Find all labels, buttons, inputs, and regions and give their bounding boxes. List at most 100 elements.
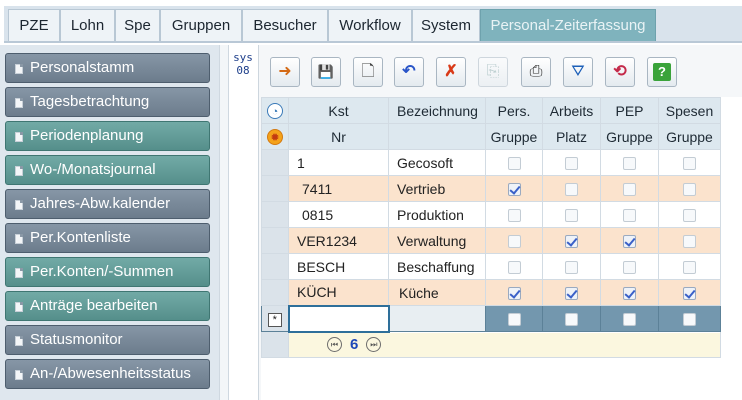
sidebar-item-antraege[interactable]: Anträge bearbeiten xyxy=(5,291,210,321)
kst-cell[interactable]: VER1234 xyxy=(288,227,389,254)
column-header-kst[interactable]: Kst xyxy=(288,97,389,124)
sidebar-item-personalstamm[interactable]: Personalstamm xyxy=(5,53,210,83)
column-header-arbeits[interactable]: Arbeits xyxy=(542,97,601,124)
sidebar-item-kontenliste[interactable]: Per.Kontenliste xyxy=(5,223,210,253)
pers-gruppe-checkbox[interactable] xyxy=(507,157,521,171)
pep-gruppe-checkbox[interactable] xyxy=(623,157,636,171)
table-row[interactable]: 0815 Produktion xyxy=(261,201,721,228)
kst-cell[interactable]: 1 xyxy=(288,149,389,176)
table-row[interactable]: 7411 Vertrieb xyxy=(261,175,721,202)
print-button[interactable]: ⎙ xyxy=(521,57,551,87)
new-row-selector[interactable]: * xyxy=(261,305,289,332)
pep-gruppe-checkbox[interactable] xyxy=(623,183,636,197)
pep-gruppe-checkbox[interactable] xyxy=(623,287,636,301)
column-header-spesen-gruppe[interactable]: Gruppe xyxy=(658,123,721,150)
menu-item-spe[interactable]: Spe xyxy=(115,9,160,41)
last-page-icon[interactable]: ⏭ xyxy=(366,337,382,353)
new-button[interactable]: 🗋 xyxy=(353,57,383,87)
pep-gruppe-checkbox[interactable] xyxy=(623,235,636,249)
table-row[interactable]: VER1234 Verwaltung xyxy=(261,227,721,254)
sidebar-item-monatsjournal[interactable]: Wo-/Monatsjournal xyxy=(5,155,210,185)
column-header-pep[interactable]: PEP xyxy=(600,97,659,124)
bezeichnung-cell[interactable]: Produktion xyxy=(388,201,486,228)
kst-cell[interactable]: KÜCH xyxy=(288,279,389,306)
table-row[interactable]: 1 Gecosoft xyxy=(261,149,721,176)
sidebar-item-periodenplanung[interactable]: Periodenplanung xyxy=(5,121,210,151)
splitter[interactable] xyxy=(219,45,229,400)
spesen-gruppe-checkbox[interactable] xyxy=(683,183,696,197)
pep-gruppe-checkbox[interactable] xyxy=(623,261,636,275)
settings-header-cell[interactable]: ✹ xyxy=(261,123,289,150)
sidebar-item-statusmonitor[interactable]: Statusmonitor xyxy=(5,325,210,355)
column-header-bezeichnung-2[interactable] xyxy=(388,123,486,150)
copy-button[interactable]: ⎘ xyxy=(478,57,508,87)
menu-item-workflow[interactable]: Workflow xyxy=(328,9,412,41)
new-pers-gruppe-checkbox[interactable] xyxy=(507,313,521,327)
column-header-spesen[interactable]: Spesen xyxy=(658,97,721,124)
kst-cell[interactable]: 0815 xyxy=(288,201,389,228)
column-header-pers-gruppe[interactable]: Gruppe xyxy=(485,123,543,150)
save-button[interactable]: 💾 xyxy=(311,57,341,87)
first-page-icon[interactable]: ⏮ xyxy=(327,337,342,353)
arbeitsplatz-checkbox[interactable] xyxy=(565,287,578,301)
column-header-arbeits-platz[interactable]: Platz xyxy=(542,123,601,150)
bezeichnung-cell[interactable]: Verwaltung xyxy=(388,227,486,254)
import-button[interactable]: ➜ xyxy=(270,57,300,87)
spesen-gruppe-checkbox[interactable] xyxy=(683,261,696,275)
spesen-gruppe-checkbox[interactable] xyxy=(683,287,696,301)
comment-header-cell[interactable]: ◔ xyxy=(261,97,289,124)
table-row[interactable]: KÜCH Küche xyxy=(261,279,721,306)
row-selector[interactable] xyxy=(261,201,289,228)
row-selector[interactable] xyxy=(261,149,289,176)
new-pep-gruppe-checkbox[interactable] xyxy=(623,313,636,327)
arbeitsplatz-checkbox[interactable] xyxy=(565,261,578,275)
arbeitsplatz-checkbox[interactable] xyxy=(565,157,578,171)
column-header-pers[interactable]: Pers. xyxy=(485,97,543,124)
undo-button[interactable]: ↶ xyxy=(394,57,424,87)
refresh-button[interactable]: ⟲ xyxy=(605,57,635,87)
pep-gruppe-checkbox[interactable] xyxy=(623,209,636,223)
sidebar-item-konten-summen[interactable]: Per.Konten/-Summen xyxy=(5,257,210,287)
menu-item-besucher[interactable]: Besucher xyxy=(242,9,328,41)
kst-cell[interactable]: BESCH xyxy=(288,253,389,280)
arbeitsplatz-checkbox[interactable] xyxy=(565,183,578,197)
pers-gruppe-checkbox[interactable] xyxy=(507,183,521,197)
spesen-gruppe-checkbox[interactable] xyxy=(683,235,696,249)
pers-gruppe-checkbox[interactable] xyxy=(507,287,521,301)
new-spesen-gruppe-checkbox[interactable] xyxy=(683,313,696,327)
arbeitsplatz-checkbox[interactable] xyxy=(565,235,578,249)
menu-item-gruppen[interactable]: Gruppen xyxy=(160,9,242,41)
row-selector[interactable] xyxy=(261,227,289,254)
kst-cell[interactable]: 7411 xyxy=(288,175,389,202)
sidebar-item-abwesenheitsstatus[interactable]: An-/Abwesenheitsstatus xyxy=(5,359,210,389)
column-header-pep-gruppe[interactable]: Gruppe xyxy=(600,123,659,150)
pers-gruppe-checkbox[interactable] xyxy=(507,261,521,275)
column-header-kst-nr[interactable]: Nr xyxy=(288,123,389,150)
sidebar-item-jahreskalender[interactable]: Jahres-Abw.kalender xyxy=(5,189,210,219)
spesen-gruppe-checkbox[interactable] xyxy=(683,157,696,171)
pers-gruppe-checkbox[interactable] xyxy=(507,209,521,223)
new-arbeitsplatz-checkbox[interactable] xyxy=(565,313,578,327)
arbeitsplatz-checkbox[interactable] xyxy=(565,209,578,223)
column-header-bezeichnung[interactable]: Bezeichnung xyxy=(388,97,486,124)
menu-item-system[interactable]: System xyxy=(412,9,480,41)
help-button[interactable]: ? xyxy=(647,57,677,87)
row-selector[interactable] xyxy=(261,253,289,280)
menu-item-personal-zeiterfassung[interactable]: Personal-Zeiterfassung xyxy=(480,9,656,41)
bezeichnung-cell[interactable]: Vertrieb xyxy=(388,175,486,202)
pers-gruppe-checkbox[interactable] xyxy=(507,235,521,249)
table-row[interactable]: BESCH Beschaffung xyxy=(261,253,721,280)
new-row[interactable]: * xyxy=(261,304,721,333)
menu-item-pze[interactable]: PZE xyxy=(8,9,60,41)
row-selector[interactable] xyxy=(261,175,289,202)
bezeichnung-cell[interactable]: Beschaffung xyxy=(388,253,486,280)
sidebar-item-tagesbetrachtung[interactable]: Tagesbetrachtung xyxy=(5,87,210,117)
row-selector[interactable] xyxy=(261,279,289,306)
bezeichnung-cell[interactable]: Küche xyxy=(388,279,486,306)
bezeichnung-cell[interactable]: Gecosoft xyxy=(388,149,486,176)
filter-button[interactable]: ⛛ xyxy=(563,57,593,87)
new-kst-input[interactable] xyxy=(287,304,390,333)
new-bezeichnung-input[interactable] xyxy=(388,305,486,332)
delete-button[interactable]: ✗ xyxy=(436,57,466,87)
spesen-gruppe-checkbox[interactable] xyxy=(683,209,696,223)
